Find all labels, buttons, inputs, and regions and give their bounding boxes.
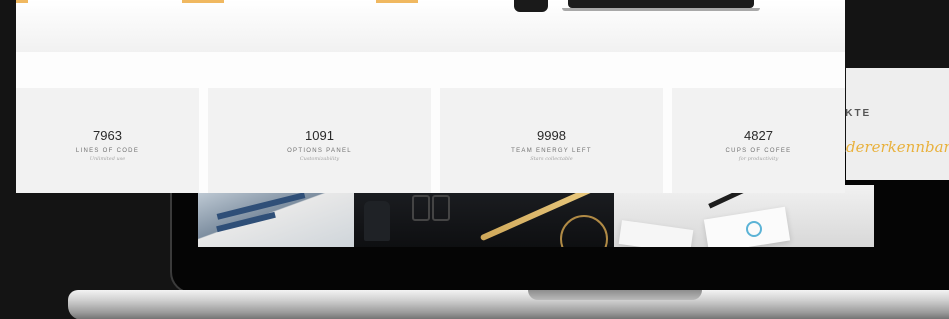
phone-device-image: [514, 0, 548, 12]
stat-lines-of-code: 7963 LINES OF CODE Unlimited use: [16, 88, 199, 193]
stats-counter-row: 7963 LINES OF CODE Unlimited use 1091 OP…: [16, 88, 845, 193]
laptop-base: [68, 290, 949, 319]
accent-marker: [182, 0, 224, 3]
stationery-thumbnail: [354, 185, 629, 247]
stat-number: 4827: [744, 128, 773, 143]
stat-subtitle: Customizability: [299, 156, 340, 162]
laptop-notch: [528, 290, 702, 300]
brochure-thumbnail: [198, 185, 354, 247]
stat-label: TEAM ENERGY LEFT: [511, 148, 592, 154]
laptop-device-edge: [562, 8, 760, 11]
stat-team-energy: 9998 TEAM ENERGY LEFT Stars collectable: [440, 88, 663, 193]
stat-number: 9998: [537, 128, 566, 143]
stat-label: OPTIONS PANEL: [287, 148, 352, 154]
stat-subtitle: Unlimited use: [89, 156, 126, 162]
stat-subtitle: Stars collectable: [530, 156, 573, 162]
stat-label: LINES OF CODE: [75, 148, 140, 154]
accent-marker: [376, 0, 418, 3]
stat-subtitle: for productivity: [738, 156, 779, 162]
stat-number: 1091: [305, 128, 334, 143]
stat-label: CUPS OF COFEE: [725, 148, 792, 154]
stat-options-panel: 1091 OPTIONS PANEL Customizability: [208, 88, 431, 193]
side-section-panel: [846, 68, 949, 180]
business-card-thumbnail: [614, 185, 874, 247]
stat-cups-of-coffee: 4827 CUPS OF COFEE for productivity: [672, 88, 845, 193]
side-section-tagline: dererkennbar, f: [846, 138, 949, 156]
laptop-screen-portfolio: [198, 185, 874, 247]
stat-number: 7963: [93, 128, 122, 143]
accent-marker: [16, 0, 28, 3]
main-page: 7963 LINES OF CODE Unlimited use 1091 OP…: [16, 0, 845, 193]
laptop-device-image: [568, 0, 754, 8]
